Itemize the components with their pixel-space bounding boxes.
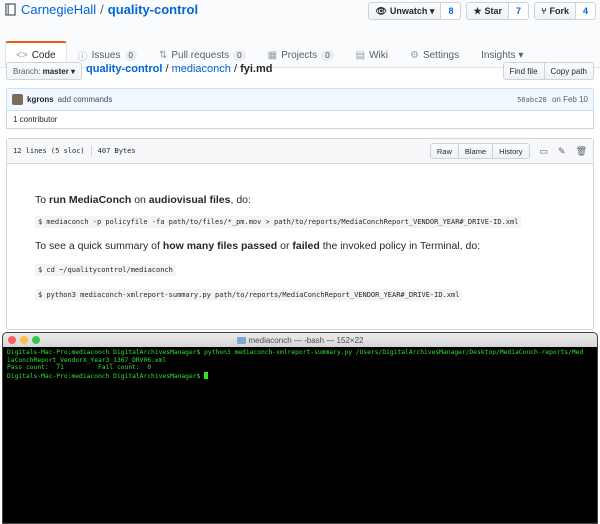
issue-icon: ⓘ <box>77 51 88 63</box>
file-size: 407 Bytes <box>97 147 136 155</box>
issues-count-badge: 0 <box>124 49 137 61</box>
terminal-title: mediaconch — -bash — 152×22 <box>3 336 597 345</box>
terminal-window: mediaconch — -bash — 152×22 Digitals-Mac… <box>2 332 598 524</box>
fork-icon: ⑂ <box>541 6 547 16</box>
watch-action: 👁 Unwatch ▾ 8 <box>368 2 462 20</box>
repo-title: CarnegieHall / quality-control <box>5 2 198 17</box>
breadcrumb-file: fyi.md <box>240 63 273 75</box>
gear-icon: ⚙ <box>409 49 419 61</box>
breadcrumb-repo-link[interactable]: quality-control <box>86 63 162 75</box>
repo-name-link[interactable]: quality-control <box>108 2 198 17</box>
code-snippet-cd: $ cd ~/qualitycontrol/mediaconch <box>35 264 176 276</box>
pencil-icon[interactable]: ✎ <box>558 146 566 157</box>
tab-insights-label: Insights ▾ <box>481 49 524 61</box>
projects-count-badge: 0 <box>321 49 334 61</box>
repo-actions: 👁 Unwatch ▾ 8 ★ Star 7 ⑂ Fork 4 <box>368 2 596 20</box>
eye-icon: 👁 <box>375 5 387 16</box>
code-snippet-python: $ python3 mediaconch-xmlreport-summary.p… <box>35 289 463 301</box>
folder-icon <box>236 336 246 344</box>
readme-text: the invoked policy in Terminal, do: <box>319 240 481 252</box>
copy-path-button[interactable]: Copy path <box>544 62 594 80</box>
file-box: 12 lines (5 sloc) 407 Bytes Raw Blame Hi… <box>6 138 594 330</box>
forks-count[interactable]: 4 <box>575 2 596 20</box>
star-icon: ★ <box>473 5 482 16</box>
terminal-title-text: mediaconch — -bash — 152×22 <box>248 335 364 345</box>
readme-bold: how many files passed <box>162 240 278 252</box>
blame-button[interactable]: Blame <box>458 143 494 159</box>
tab-code-label: Code <box>31 50 56 61</box>
commit-meta: 56abc20 on Feb 10 <box>517 95 588 104</box>
watchers-count[interactable]: 8 <box>441 2 462 20</box>
commit-date: on Feb 10 <box>551 95 588 104</box>
terminal-cursor <box>204 371 209 379</box>
commit-author-link[interactable]: kgrons <box>27 95 54 104</box>
path-buttons: Find file Copy path <box>502 62 594 80</box>
breadcrumb-separator: / <box>162 63 172 75</box>
fork-label: Fork <box>549 6 569 16</box>
readme-text: , do: <box>230 194 251 206</box>
readme-paragraph-2: To see a quick summary of how many files… <box>35 240 480 252</box>
star-button[interactable]: ★ Star <box>466 2 510 20</box>
terminal-line: iaConchReport_VendorX_Year3_1367_DRV06.x… <box>7 356 167 364</box>
readme-bold: audiovisual files <box>148 194 231 206</box>
unwatch-label: Unwatch ▾ <box>389 5 435 16</box>
trash-icon[interactable]: 🗑 <box>576 146 587 157</box>
branch-select-button[interactable]: Branch: master ▾ <box>6 62 83 80</box>
find-file-button[interactable]: Find file <box>502 62 545 80</box>
breadcrumb: quality-control / mediaconch / fyi.md <box>86 63 272 75</box>
avatar[interactable] <box>12 94 23 105</box>
fork-button[interactable]: ⑂ Fork <box>534 2 576 20</box>
star-label: Star <box>484 6 503 16</box>
branch-prefix: Branch: <box>13 66 41 76</box>
file-line-count: 12 lines (5 sloc) <box>13 147 85 155</box>
file-actions: Raw Blame History ▭ ✎ 🗑 <box>429 143 587 159</box>
terminal-titlebar: mediaconch — -bash — 152×22 <box>3 333 597 347</box>
star-action: ★ Star 7 <box>466 2 530 20</box>
fork-action: ⑂ Fork 4 <box>534 2 596 20</box>
desktop-icon[interactable]: ▭ <box>540 146 549 157</box>
breadcrumb-separator: / <box>230 63 241 75</box>
latest-commit: kgrons add commands 56abc20 on Feb 10 <box>6 88 594 111</box>
readme-text: on <box>131 194 149 206</box>
contributors-link[interactable]: 1 contributor <box>13 115 57 124</box>
breadcrumb-folder-link[interactable]: mediaconch <box>172 63 231 75</box>
readme-text: To see a quick summary of <box>35 240 163 252</box>
project-icon: ▦ <box>267 49 278 61</box>
terminal-prompt: Digitals-Mac-Pro:mediaconch DigitalArchi… <box>7 372 205 380</box>
readme-bold: run MediaConch <box>49 194 132 206</box>
commit-sha-link[interactable]: 56abc20 <box>517 96 547 104</box>
raw-button[interactable]: Raw <box>429 143 459 159</box>
contributors-bar: 1 contributor <box>6 110 594 129</box>
book-icon: ▤ <box>355 49 366 61</box>
readme-paragraph-1: To run MediaConch on audiovisual files, … <box>35 194 251 206</box>
tab-issues-label: Issues <box>91 49 121 61</box>
readme-bold: failed <box>292 240 320 252</box>
file-navigation: Branch: master ▾ quality-control / media… <box>6 62 594 80</box>
terminal-output[interactable]: Digitals-Mac-Pro:mediaconch DigitalArchi… <box>3 347 597 382</box>
repo-owner-link[interactable]: CarnegieHall <box>21 2 96 17</box>
pull-requests-count-badge: 0 <box>233 49 246 61</box>
file-header-divider <box>90 146 92 156</box>
readme-text: or <box>277 240 293 252</box>
tab-wiki-label: Wiki <box>369 49 388 61</box>
readme-text: To <box>35 194 50 206</box>
repo-title-separator: / <box>100 2 104 17</box>
branch-name: master ▾ <box>42 66 76 76</box>
stars-count[interactable]: 7 <box>509 2 530 20</box>
code-snippet-mediaconch: $ mediaconch -p policyfile -fa path/to/f… <box>35 216 522 228</box>
repo-header: CarnegieHall / quality-control 👁 Unwatch … <box>0 0 600 68</box>
file-header: 12 lines (5 sloc) 407 Bytes Raw Blame Hi… <box>7 139 593 164</box>
tab-projects-label: Projects <box>281 49 318 61</box>
terminal-line: Digitals-Mac-Pro:mediaconch DigitalArchi… <box>7 349 584 356</box>
history-button[interactable]: History <box>493 143 530 159</box>
commit-message-link[interactable]: add commands <box>58 95 113 104</box>
repo-icon <box>5 3 16 16</box>
code-icon: <> <box>16 50 28 61</box>
tab-pull-requests-label: Pull requests <box>171 49 230 61</box>
unwatch-button[interactable]: 👁 Unwatch ▾ <box>368 2 442 20</box>
tab-settings-label: Settings <box>422 49 460 61</box>
pull-request-icon: ⇅ <box>158 49 168 61</box>
terminal-line: Pass count: 71 Fail count: 0 <box>7 364 152 371</box>
